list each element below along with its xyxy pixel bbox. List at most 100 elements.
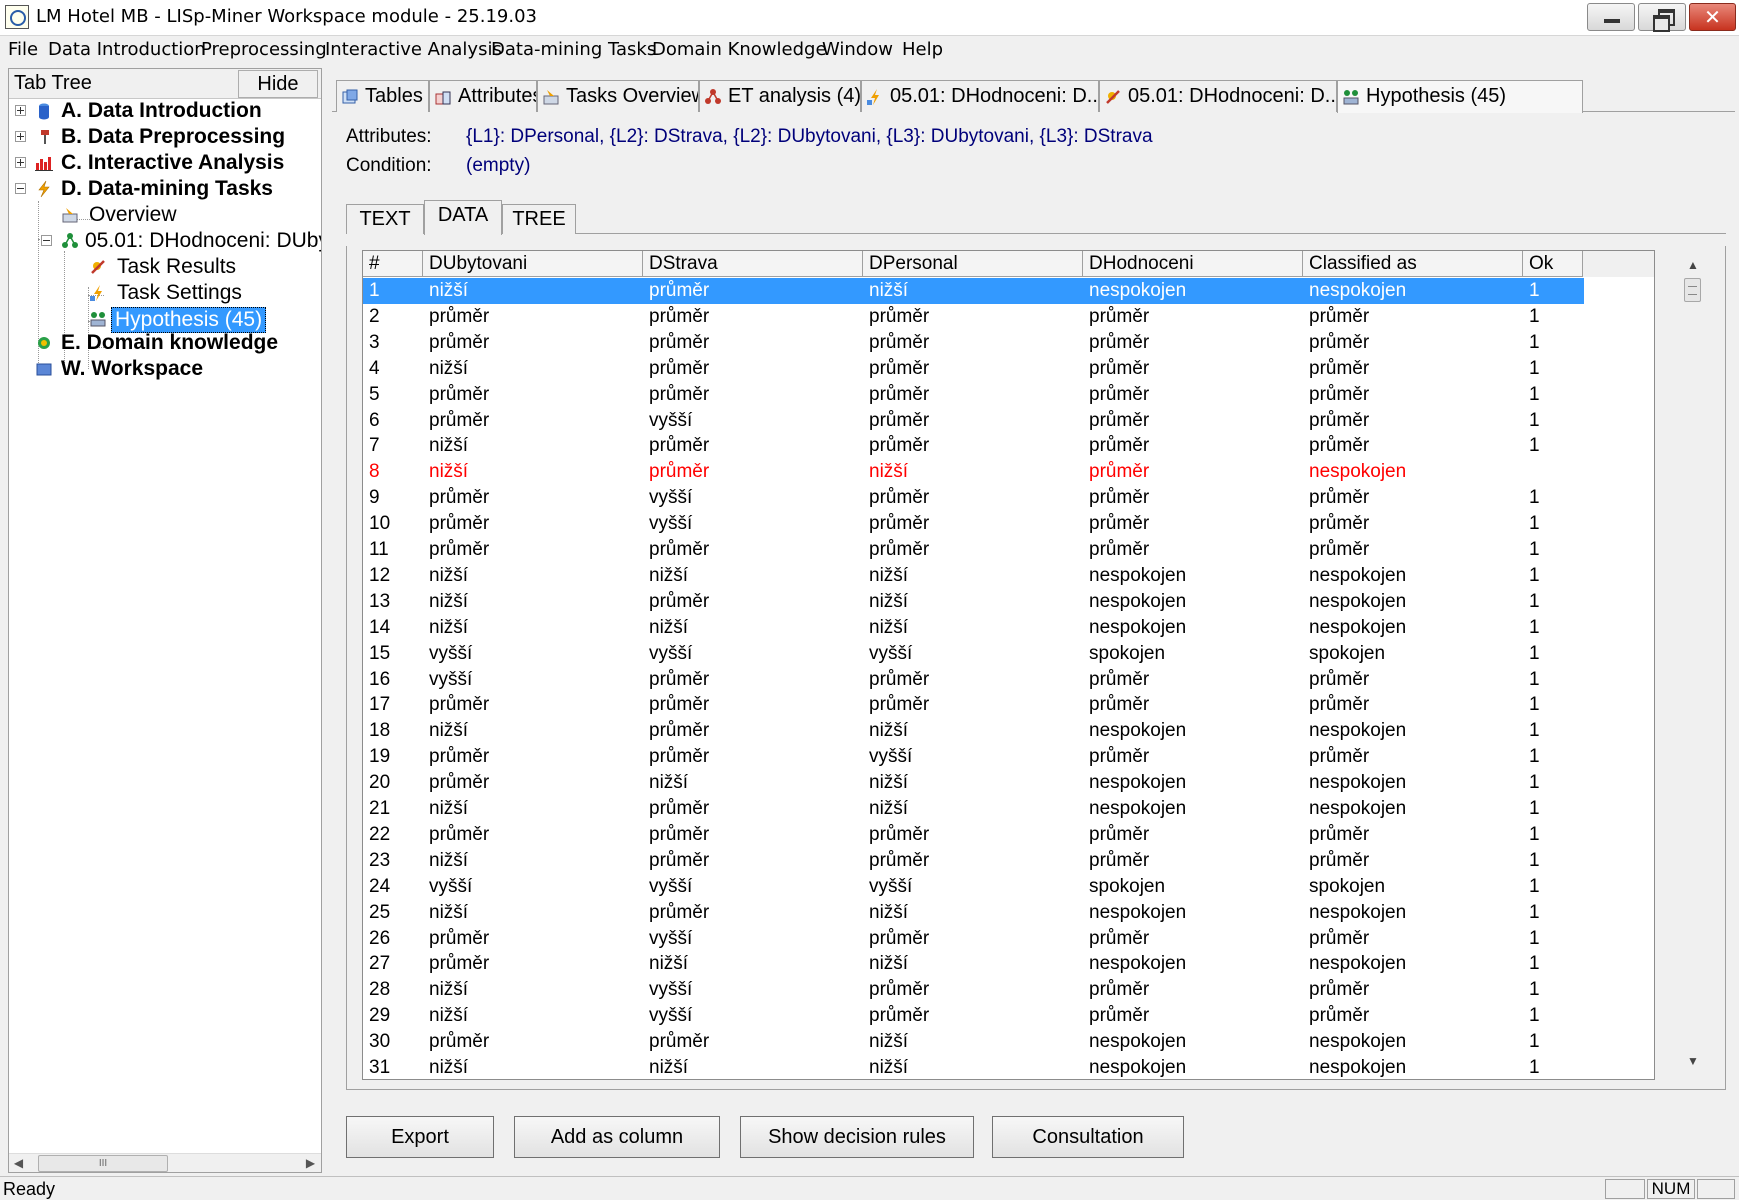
restore-button[interactable] (1638, 3, 1686, 32)
expand-icon[interactable] (15, 157, 26, 168)
table-row[interactable]: 25 nižší průměr nižší nespokojen nespokojen 1 (363, 900, 1613, 926)
menu-help[interactable]: Help (902, 39, 943, 60)
tree-node-hypothesis[interactable]: Hypothesis (45) (9, 307, 321, 333)
consultation-button[interactable]: Consultation (992, 1116, 1184, 1158)
table-row[interactable]: 11 průměr průměr průměr průměr průměr 1 (363, 537, 1613, 563)
column-header-dpersonal[interactable]: DPersonal (863, 251, 1083, 277)
export-button[interactable]: Export (346, 1116, 494, 1158)
column-header-ok[interactable]: Ok (1523, 251, 1583, 277)
table-row[interactable]: 23 nižší průměr průměr průměr průměr 1 (363, 848, 1613, 874)
add-as-column-button[interactable]: Add as column (514, 1116, 720, 1158)
minimize-button[interactable] (1587, 3, 1635, 31)
menu-interactive-analysis[interactable]: Interactive Analysis (325, 39, 502, 60)
tab-task-0501-results[interactable]: 05.01: DHodnoceni: D.. (1099, 80, 1337, 112)
table-row[interactable]: 31 nižší nižší nižší nespokojen nespokojen 1 (363, 1055, 1613, 1079)
column-header-dubytovani[interactable]: DUbytovani (423, 251, 643, 277)
tab-task-0501-settings[interactable]: 05.01: DHodnoceni: D.. (861, 80, 1099, 112)
cell-ok: 1 (1529, 539, 1540, 560)
table-row[interactable]: 7 nižší průměr průměr průměr průměr 1 (363, 433, 1613, 459)
table-row[interactable]: 22 průměr průměr průměr průměr průměr 1 (363, 822, 1613, 848)
tab-tree[interactable]: TREE (502, 204, 576, 234)
scroll-thumb[interactable] (1684, 278, 1701, 302)
table-row[interactable]: 28 nižší vyšší průměr průměr průměr 1 (363, 977, 1613, 1003)
tree-node-data-introduction[interactable]: A. Data Introduction (9, 99, 321, 125)
tree-node-task-settings[interactable]: Task Settings (9, 281, 321, 307)
menu-domain-knowledge[interactable]: Domain Knowledge (652, 39, 827, 60)
menu-file[interactable]: File (8, 39, 38, 60)
attributes-label: Attributes: (346, 126, 432, 147)
tree-node-domain-knowledge[interactable]: E. Domain knowledge (9, 331, 321, 357)
tab-tasks-overview[interactable]: Tasks Overview (537, 80, 699, 112)
expand-icon[interactable] (15, 131, 26, 142)
scroll-up-icon[interactable]: ▲ (1681, 254, 1705, 276)
tree-horizontal-scrollbar[interactable]: ◀ III ▶ (9, 1153, 321, 1172)
table-row[interactable]: 12 nižší nižší nižší nespokojen nespokojen 1 (363, 563, 1613, 589)
cell-ok: 1 (1529, 280, 1540, 301)
table-row[interactable]: 18 nižší průměr nižší nespokojen nespokojen 1 (363, 718, 1613, 744)
cell-dstrava: průměr (649, 590, 710, 612)
tree-node-task-0501[interactable]: 05.01: DHodnoceni: DUbytovani, DStrava, … (9, 229, 321, 255)
scroll-down-icon[interactable]: ▼ (1681, 1050, 1705, 1072)
menu-preprocessing[interactable]: Preprocessing (201, 39, 327, 60)
table-row[interactable]: 27 průměr nižší nižší nespokojen nespokojen 1 (363, 951, 1613, 977)
table-row[interactable]: 4 nižší průměr průměr průměr průměr 1 (363, 356, 1613, 382)
table-row[interactable]: 21 nižší průměr nižší nespokojen nespokojen 1 (363, 796, 1613, 822)
table-row[interactable]: 24 vyšší vyšší vyšší spokojen spokojen 1 (363, 874, 1613, 900)
menu-window[interactable]: Window (822, 39, 893, 60)
tab-attributes[interactable]: Attributes (429, 80, 537, 112)
condition-label: Condition: (346, 155, 432, 176)
cell-dstrava: průměr (649, 461, 710, 483)
column-header-index[interactable]: # (363, 251, 423, 277)
table-row[interactable]: 30 průměr průměr nižší nespokojen nespokojen 1 (363, 1029, 1613, 1055)
tab-data[interactable]: DATA (424, 200, 502, 235)
scroll-left-icon[interactable]: ◀ (9, 1154, 28, 1173)
column-header-dhodnoceni[interactable]: DHodnoceni (1083, 251, 1303, 277)
cell-dubytovani: nižší (429, 357, 469, 379)
tab-et-analysis[interactable]: ET analysis (4) (699, 80, 861, 112)
scroll-right-icon[interactable]: ▶ (301, 1154, 320, 1173)
table-row[interactable]: 9 průměr vyšší průměr průměr průměr 1 (363, 485, 1613, 511)
menu-data-introduction[interactable]: Data Introduction (48, 39, 206, 60)
tree-node-data-mining-tasks[interactable]: D. Data-mining Tasks (9, 177, 321, 203)
close-window-button[interactable]: ✕ (1689, 3, 1736, 31)
table-row[interactable]: 14 nižší nižší nižší nespokojen nespokojen 1 (363, 615, 1613, 641)
column-header-classified-as[interactable]: Classified as (1303, 251, 1523, 277)
menu-data-mining-tasks[interactable]: Data-mining Tasks (491, 39, 656, 60)
table-row[interactable]: 6 průměr vyšší průměr průměr průměr 1 (363, 408, 1613, 434)
tab-text[interactable]: TEXT (346, 204, 424, 234)
table-row[interactable]: 1 nižší průměr nižší nespokojen nespokojen 1 (363, 278, 1584, 304)
cell-classified-as: průměr (1309, 539, 1370, 560)
table-row[interactable]: 13 nižší průměr nižší nespokojen nespokojen 1 (363, 589, 1613, 615)
table-row[interactable]: 20 průměr nižší nižší nespokojen nespokojen 1 (363, 770, 1613, 796)
tree-node-task-results[interactable]: Task Results (9, 255, 321, 281)
app-icon[interactable] (5, 5, 29, 29)
column-header-dstrava[interactable]: DStrava (643, 251, 863, 277)
table-row[interactable]: 19 průměr průměr vyšší průměr průměr 1 (363, 744, 1613, 770)
collapse-icon[interactable] (15, 183, 26, 194)
tree-node-workspace[interactable]: W. Workspace (9, 357, 321, 383)
tab-hypothesis[interactable]: Hypothesis (45) ✕ (1337, 80, 1583, 113)
hide-button[interactable]: Hide (238, 70, 318, 98)
table-row[interactable]: 17 průměr průměr průměr průměr průměr 1 (363, 692, 1613, 718)
table-row[interactable]: 29 nižší vyšší průměr průměr průměr 1 (363, 1003, 1613, 1029)
scroll-thumb[interactable]: III (38, 1155, 168, 1172)
grid-vertical-scrollbar[interactable]: ▲ ▼ (1681, 250, 1705, 1080)
expand-icon[interactable] (15, 105, 26, 116)
table-row[interactable]: 5 průměr průměr průměr průměr průměr 1 (363, 382, 1613, 408)
data-grid[interactable]: # DUbytovani DStrava DPersonal DHodnocen… (362, 250, 1655, 1080)
cell-dubytovani: průměr (429, 331, 490, 353)
tree-node-overview[interactable]: Overview (9, 203, 321, 229)
table-row[interactable]: 16 vyšší průměr průměr průměr průměr 1 (363, 667, 1613, 693)
tree-node-interactive-analysis[interactable]: C. Interactive Analysis (9, 151, 321, 177)
table-row[interactable]: 15 vyšší vyšší vyšší spokojen spokojen 1 (363, 641, 1613, 667)
show-decision-rules-button[interactable]: Show decision rules (740, 1116, 974, 1158)
collapse-icon[interactable] (41, 235, 52, 246)
table-row[interactable]: 26 průměr vyšší průměr průměr průměr 1 (363, 926, 1613, 952)
tab-tables[interactable]: Tables (336, 80, 429, 112)
tree-node-data-preprocessing[interactable]: B. Data Preprocessing (9, 125, 321, 151)
cell-classified-as: průměr (1309, 849, 1370, 871)
table-row[interactable]: 8 nižší průměr nižší průměr nespokojen (363, 459, 1613, 485)
table-row[interactable]: 10 průměr vyšší průměr průměr průměr 1 (363, 511, 1613, 537)
table-row[interactable]: 2 průměr průměr průměr průměr průměr 1 (363, 304, 1613, 330)
table-row[interactable]: 3 průměr průměr průměr průměr průměr 1 (363, 330, 1613, 356)
